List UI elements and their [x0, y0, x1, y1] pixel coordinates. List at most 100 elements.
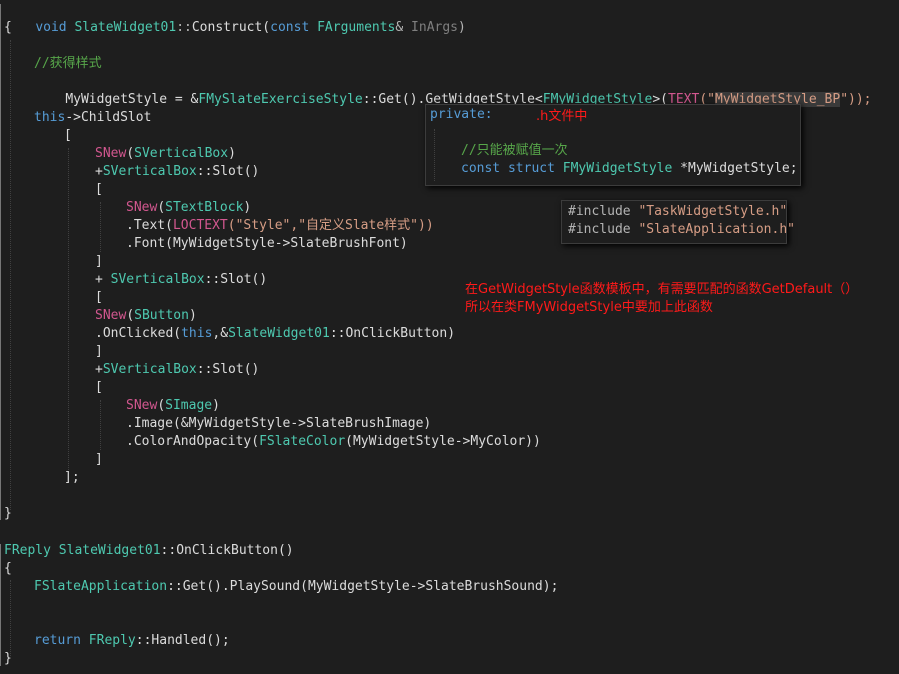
- code-line-brace[interactable]: }: [4, 650, 12, 668]
- class-name: SlateWidget01: [228, 326, 330, 341]
- include-snippet-popup: #include "TaskWidgetStyle.h" #include "S…: [561, 200, 795, 244]
- fold-bar-construct: [0, 4, 1, 520]
- code-line-brace[interactable]: }: [4, 505, 12, 523]
- type-name: FMyWidgetStyle: [562, 161, 673, 176]
- annotation-note-line1: 在GetWidgetStyle函数模板中，有需要匹配的函数GetDefault（…: [465, 282, 859, 297]
- type-name: FReply: [4, 543, 51, 558]
- keyword: return: [34, 633, 81, 648]
- code-editor[interactable]: void SlateWidget01::Construct(const FArg…: [0, 0, 899, 674]
- code-line-bracket[interactable]: [: [95, 181, 103, 199]
- type-name: FSlateColor: [259, 434, 346, 449]
- code-line-brace[interactable]: {: [4, 560, 12, 578]
- operator: +: [95, 362, 103, 377]
- code-line-snew-textblock[interactable]: SNew(STextBlock): [126, 199, 251, 217]
- function-name: Construct(: [191, 20, 271, 35]
- brace: }: [4, 651, 12, 666]
- code-line-color[interactable]: .ColorAndOpacity(FSlateColor(MyWidgetSty…: [126, 433, 541, 451]
- code-line-bracket[interactable]: [: [95, 289, 103, 307]
- type-name: SVerticalBox: [102, 362, 197, 377]
- code-line-comment[interactable]: //获得样式: [34, 55, 102, 73]
- comment: //只能被赋值一次: [461, 143, 568, 158]
- paren: (: [157, 398, 166, 413]
- brace: {: [4, 561, 12, 576]
- indent-guide: [100, 400, 101, 450]
- code-line-onclicked[interactable]: .OnClicked(this,&SlateWidget01::OnClickB…: [95, 325, 455, 343]
- code-line-bracket[interactable]: ]: [95, 343, 103, 361]
- code-line-bracket[interactable]: ]: [95, 253, 103, 271]
- code-line-snew-button[interactable]: SNew(SButton): [95, 307, 197, 325]
- preprocessor: #include: [568, 204, 631, 219]
- paren: ): [188, 308, 197, 323]
- paren: ): [458, 20, 466, 35]
- code-line-snew-image[interactable]: SNew(SImage): [126, 397, 220, 415]
- call: .Image(&MyWidgetStyle->SlateBrushImage): [126, 416, 432, 431]
- header-comment-line: //只能被赋值一次: [461, 142, 568, 160]
- code-line-return[interactable]: return FReply::Handled();: [34, 632, 230, 650]
- type-name: SVerticalBox: [134, 146, 229, 161]
- code-line-slot[interactable]: + SVerticalBox::Slot(): [95, 271, 267, 289]
- brace: }: [4, 506, 12, 521]
- header-decl-line: const struct FMyWidgetStyle *MyWidgetSty…: [461, 160, 798, 178]
- code-line-bracket[interactable]: ]: [95, 451, 103, 469]
- paren: ): [243, 200, 252, 215]
- code-line-brace[interactable]: {: [4, 19, 12, 37]
- paren: (: [126, 308, 135, 323]
- var-assign: MyWidgetStyle = &: [65, 92, 199, 107]
- class-name: SlateWidget01: [74, 20, 177, 35]
- code-line-style-assign[interactable]: MyWidgetStyle = &FMySlateExerciseStyle::…: [34, 73, 872, 107]
- indent-guide: [434, 129, 435, 181]
- bracket: ]: [95, 344, 103, 359]
- class-name: FSlateApplication: [34, 579, 168, 594]
- code-line-childslot[interactable]: this->ChildSlot: [34, 109, 151, 127]
- call: ::OnClickButton): [329, 326, 456, 341]
- class-name: FMySlateExerciseStyle: [198, 92, 363, 107]
- declaration: *MyWidgetStyle;: [672, 161, 798, 176]
- bracket: [: [64, 128, 72, 143]
- operator: &: [395, 20, 404, 35]
- indent-guide: [10, 580, 11, 656]
- paren: (: [126, 146, 135, 161]
- keyword: private:: [430, 107, 493, 122]
- param-name: InArgs: [411, 20, 459, 35]
- call: ::Handled();: [135, 633, 230, 648]
- operator: ,&: [212, 326, 229, 341]
- code-line-bracket-end[interactable]: ];: [64, 469, 80, 487]
- string: "SlateApplication.h": [638, 222, 795, 237]
- class-name: SlateWidget01: [58, 543, 161, 558]
- bracket: [: [95, 290, 103, 305]
- code-line-font[interactable]: .Font(MyWidgetStyle->SlateBrushFont): [126, 235, 408, 253]
- code-line-construct-signature[interactable]: void SlateWidget01::Construct(const FArg…: [4, 1, 466, 35]
- file-note: .h文件中: [536, 109, 588, 124]
- bracket: [: [95, 182, 103, 197]
- type-name: SVerticalBox: [110, 272, 205, 287]
- call: ::Slot(): [204, 272, 268, 287]
- code-line-playsound[interactable]: FSlateApplication::Get().PlaySound(MyWid…: [34, 578, 558, 596]
- code-line-slot[interactable]: +SVerticalBox::Slot(): [95, 163, 259, 181]
- type-name: FArguments: [317, 20, 396, 35]
- call: .ColorAndOpacity(: [126, 434, 260, 449]
- call: .Font(MyWidgetStyle->SlateBrushFont): [126, 236, 408, 251]
- indent-guide: [68, 148, 69, 470]
- type-name: FReply: [88, 633, 136, 648]
- call: ::Get().PlaySound(MyWidgetStyle->SlateBr…: [167, 579, 559, 594]
- comment: //获得样式: [34, 56, 102, 71]
- code-line-bracket[interactable]: [: [64, 127, 72, 145]
- code-line-image[interactable]: .Image(&MyWidgetStyle->SlateBrushImage): [126, 415, 431, 433]
- paren: ): [212, 398, 220, 413]
- operator: +: [95, 272, 111, 287]
- preprocessor: #include: [568, 222, 631, 237]
- operator: +: [95, 164, 103, 179]
- code-line-text[interactable]: .Text(LOCTEXT("Style","自定义Slate样式")): [126, 217, 434, 235]
- bracket: ]: [95, 254, 103, 269]
- type-name: SVerticalBox: [102, 164, 197, 179]
- code-line-onclick-signature[interactable]: FReply SlateWidget01::OnClickButton(): [4, 542, 294, 560]
- indent-guide: [10, 40, 11, 510]
- bracket: ]: [95, 452, 103, 467]
- keyword: const: [270, 20, 310, 35]
- code-line-snew-vbox[interactable]: SNew(SVerticalBox): [95, 145, 236, 163]
- code-line-slot[interactable]: +SVerticalBox::Slot(): [95, 361, 259, 379]
- macro: SNew: [95, 308, 127, 323]
- string: "TaskWidgetStyle.h": [638, 204, 788, 219]
- type-name: STextBlock: [165, 200, 244, 215]
- code-line-bracket[interactable]: [: [95, 379, 103, 397]
